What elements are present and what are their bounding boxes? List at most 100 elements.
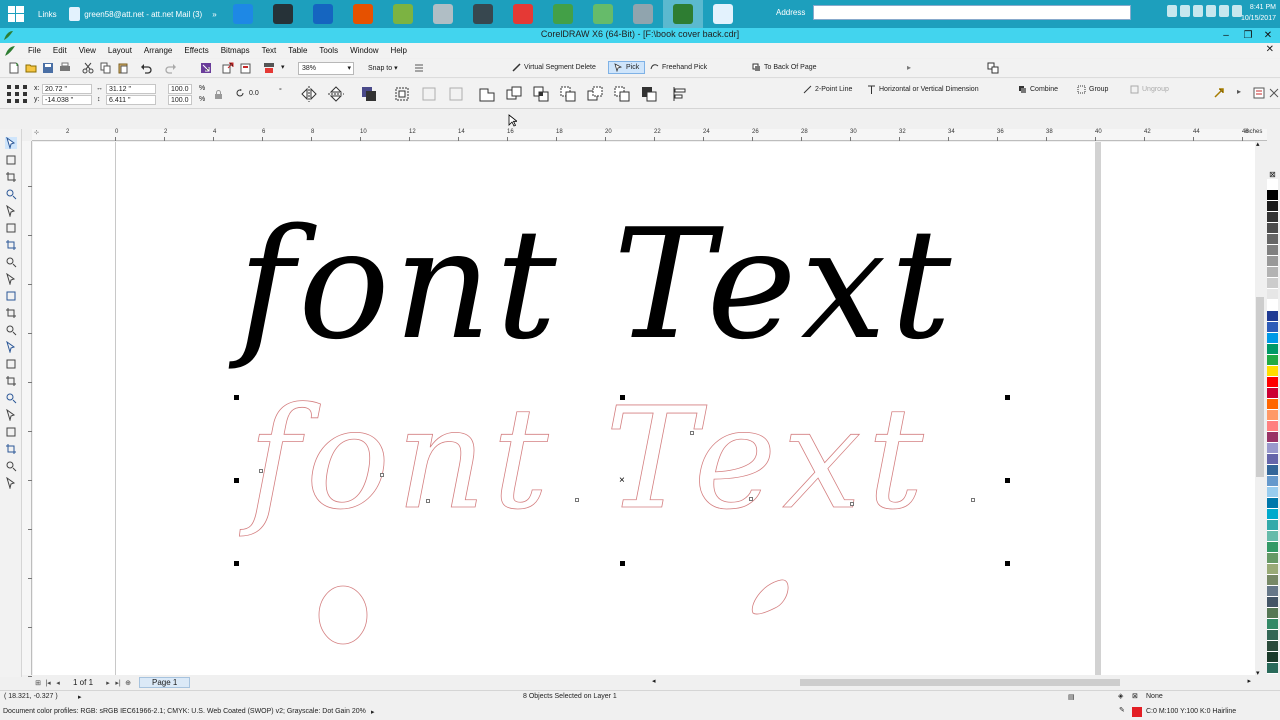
freehand-tool-icon[interactable]	[5, 205, 17, 217]
next-page-icon[interactable]: ▸	[103, 679, 113, 687]
application-launcher-icon[interactable]	[263, 62, 275, 74]
rotation-field[interactable]: 0.0	[247, 89, 275, 99]
size-icon[interactable]	[420, 85, 438, 103]
color-swatch[interactable]	[1267, 586, 1278, 597]
open-folder-icon[interactable]	[25, 62, 37, 74]
color-swatch[interactable]	[1267, 311, 1278, 322]
tray-icon[interactable]	[1180, 5, 1190, 17]
cut-icon[interactable]	[82, 62, 94, 74]
page-tab[interactable]: Page 1	[139, 677, 191, 688]
undo-icon[interactable]	[140, 62, 152, 74]
interactive-fill-icon[interactable]	[5, 477, 17, 489]
vertical-ruler[interactable]	[22, 141, 32, 677]
table-tool-icon[interactable]	[5, 324, 17, 336]
scroll-down-icon[interactable]: ▾	[1256, 669, 1260, 677]
outline-dot-shape[interactable]	[747, 576, 793, 616]
color-swatch[interactable]	[1267, 498, 1278, 509]
color-swatch[interactable]	[1267, 663, 1278, 674]
weld-icon[interactable]	[478, 85, 496, 103]
front-minus-back-icon[interactable]	[586, 85, 604, 103]
color-profiles[interactable]: Document color profiles: RGB: sRGB IEC61…	[3, 708, 366, 715]
selection-handle[interactable]	[234, 561, 239, 566]
width-field[interactable]: 31.12 "	[106, 84, 156, 94]
fill-tool-icon[interactable]	[5, 443, 17, 455]
taskbar-app-button[interactable]	[263, 0, 303, 28]
tray-icon[interactable]	[1219, 5, 1229, 17]
eyedropper-tool-icon[interactable]	[5, 409, 17, 421]
path-node[interactable]	[690, 431, 694, 435]
dimension-tool-button[interactable]: Horizontal or Vertical Dimension	[867, 85, 979, 94]
scroll-right-icon[interactable]: ▸	[1247, 677, 1251, 685]
vertical-scrollbar[interactable]: ▴ ▾	[1255, 141, 1265, 677]
horizontal-scrollbar[interactable]: ◂ ▸	[650, 677, 1255, 688]
smart-fill-icon[interactable]	[5, 460, 17, 472]
menu-effects[interactable]: Effects	[178, 46, 214, 55]
color-swatch[interactable]	[1267, 487, 1278, 498]
x-position-field[interactable]: 20.72 "	[42, 84, 92, 94]
color-swatch[interactable]	[1267, 223, 1278, 234]
clock[interactable]: 8:41 PM 10/15/2017	[1241, 2, 1276, 24]
color-swatch[interactable]	[1267, 190, 1278, 201]
propbar-overflow-icon[interactable]: ▸	[1237, 87, 1241, 96]
back-minus-front-icon[interactable]	[613, 85, 631, 103]
color-swatch[interactable]	[1267, 289, 1278, 300]
color-swatch[interactable]	[1267, 432, 1278, 443]
color-swatch[interactable]	[1267, 344, 1278, 355]
new-document-icon[interactable]	[8, 62, 20, 74]
mirror-horizontal-icon[interactable]	[300, 85, 318, 103]
color-swatch[interactable]	[1267, 388, 1278, 399]
color-swatch[interactable]	[1267, 454, 1278, 465]
dock-panel-icon[interactable]	[987, 62, 999, 74]
horizontal-ruler[interactable]: ⊹ 2 0 2 4 6 8 10 12 14 16 18 20 22 24 26 28 30 32 34 36 38 40…	[32, 129, 1267, 141]
selection-center-marker[interactable]: ×	[619, 476, 625, 486]
save-icon[interactable]	[42, 62, 54, 74]
color-swatch[interactable]	[1267, 630, 1278, 641]
copy-icon[interactable]	[100, 62, 112, 74]
zoom-tool-icon[interactable]	[5, 188, 17, 200]
color-swatch[interactable]	[1267, 619, 1278, 630]
path-node[interactable]	[426, 499, 430, 503]
profiles-expand-icon[interactable]: ▸	[371, 708, 375, 716]
mail-task[interactable]: green58@att.net - att.net Mail (3) »	[63, 0, 223, 28]
add-page-icon[interactable]: ⊕	[123, 679, 133, 687]
artistic-text-filled[interactable]: font Text	[238, 200, 955, 370]
color-swatch[interactable]	[1267, 509, 1278, 520]
fill-icon[interactable]: ◈	[1118, 692, 1123, 700]
outline-color-swatch[interactable]	[1132, 707, 1142, 717]
color-swatch[interactable]	[1267, 542, 1278, 553]
artistic-text-outline[interactable]: font Text	[248, 379, 930, 540]
color-swatch[interactable]	[1267, 234, 1278, 245]
scroll-left-icon[interactable]: ◂	[652, 677, 656, 685]
group-button[interactable]: Group	[1077, 85, 1108, 94]
drawing-canvas[interactable]: font Text font Text ×	[33, 142, 1255, 675]
color-swatch[interactable]	[1267, 179, 1278, 190]
pick-tool-button[interactable]: Pick	[608, 61, 646, 74]
menu-bitmaps[interactable]: Bitmaps	[215, 46, 256, 55]
horizontal-scroll-thumb[interactable]	[800, 679, 1120, 686]
polygon-tool-icon[interactable]	[5, 290, 17, 302]
first-page-icon[interactable]: |◂	[43, 679, 53, 687]
status-expand-icon[interactable]: ▸	[78, 693, 82, 701]
selection-handle[interactable]	[234, 395, 239, 400]
taskbar-app-button[interactable]	[543, 0, 583, 28]
ruler-corner-icon[interactable]: ⊹	[34, 129, 39, 136]
taskbar-app-button[interactable]	[423, 0, 463, 28]
color-swatch[interactable]	[1267, 608, 1278, 619]
crop-tool-icon[interactable]	[5, 171, 17, 183]
taskbar-app-button[interactable]	[463, 0, 503, 28]
color-swatch[interactable]	[1267, 201, 1278, 212]
selection-handle[interactable]	[620, 561, 625, 566]
menu-edit[interactable]: Edit	[47, 46, 73, 55]
path-node[interactable]	[575, 498, 579, 502]
redo-icon[interactable]	[165, 62, 177, 74]
path-node[interactable]	[259, 469, 263, 473]
document-close-button[interactable]: ✕	[1266, 44, 1274, 55]
previous-page-icon[interactable]: ◂	[53, 679, 63, 687]
color-swatch[interactable]	[1267, 278, 1278, 289]
transform-icon[interactable]	[447, 85, 465, 103]
links-toolbar[interactable]: Links	[32, 0, 63, 28]
text-tool-icon[interactable]	[5, 307, 17, 319]
color-swatch[interactable]	[1267, 597, 1278, 608]
quick-customize-icon[interactable]	[1213, 87, 1225, 99]
menu-arrange[interactable]: Arrange	[138, 46, 178, 55]
